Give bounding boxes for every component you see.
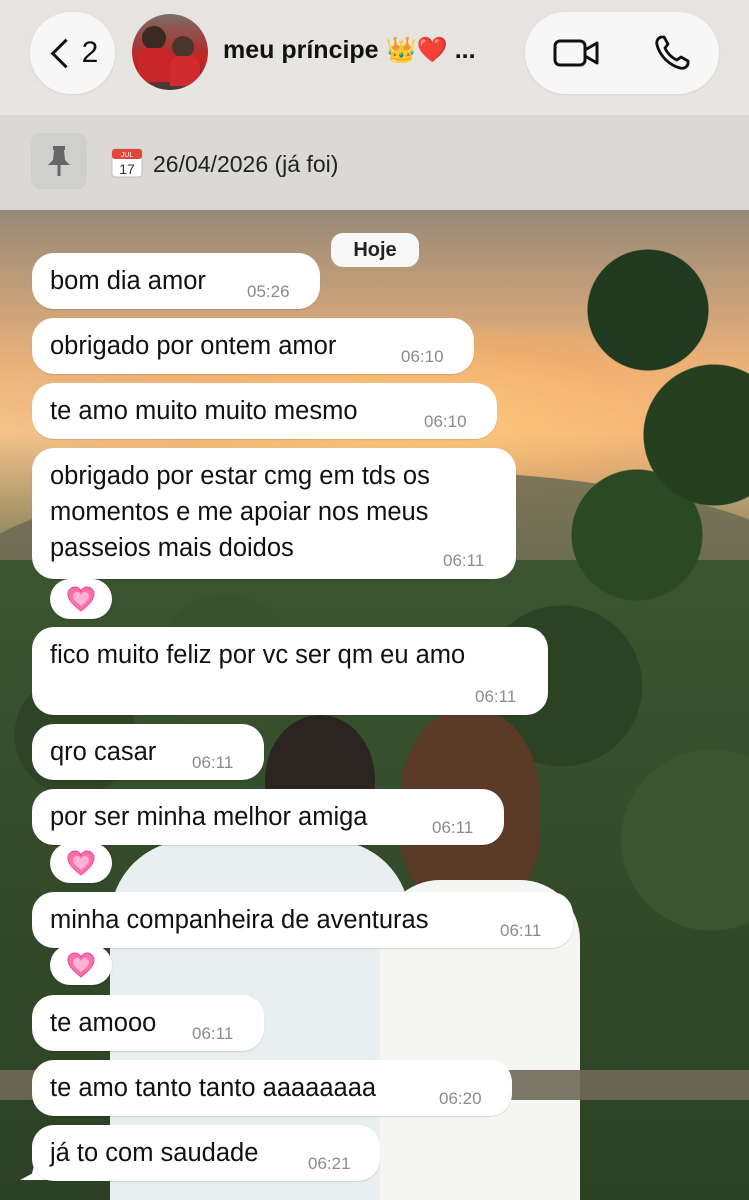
message-text: obrigado por ontem amor: [50, 332, 337, 360]
message-time: 06:11: [432, 818, 474, 837]
message-bubble[interactable]: por ser minha melhor amiga 06:11: [32, 789, 504, 845]
unread-count: 2: [81, 36, 99, 69]
message-text: qro casar: [50, 738, 157, 766]
message-time: 06:11: [192, 1024, 234, 1043]
message-time: 06:20: [439, 1089, 482, 1108]
svg-text:17: 17: [119, 161, 135, 177]
avatar[interactable]: [132, 14, 208, 90]
message-time: 06:10: [401, 347, 444, 366]
message-text: fico muito feliz por vc ser qm eu amo: [50, 641, 466, 669]
video-camera-icon[interactable]: [553, 38, 599, 68]
message-time: 06:11: [475, 687, 517, 706]
reaction-badge[interactable]: [50, 579, 112, 619]
message-text: por ser minha melhor amiga: [50, 803, 368, 831]
message-bubble[interactable]: te amo tanto tanto aaaaaaaa 06:20: [32, 1060, 512, 1116]
message-time: 06:10: [424, 412, 467, 431]
calendar-icon: JUL 17: [111, 148, 143, 178]
chevron-left-icon: [50, 38, 81, 68]
message-bubble[interactable]: fico muito feliz por vc ser qm eu amo 06…: [32, 627, 548, 715]
svg-text:JUL: JUL: [121, 152, 134, 159]
message-text: bom dia amor: [50, 267, 206, 295]
message-text: obrigado por estar cmg em tds os momento…: [50, 462, 430, 562]
message-bubble[interactable]: minha companheira de aventuras 06:11: [32, 892, 573, 948]
pink-heart-icon: [67, 586, 95, 612]
message-text: já to com saudade: [50, 1139, 259, 1167]
pin-button[interactable]: [31, 133, 87, 189]
message-time: 06:11: [192, 753, 234, 772]
message-bubble[interactable]: qro casar 06:11: [32, 724, 264, 780]
date-separator: Hoje: [331, 233, 419, 267]
reaction-badge[interactable]: [50, 843, 112, 883]
pink-heart-icon: [67, 850, 95, 876]
message-bubble[interactable]: te amooo 06:11: [32, 995, 264, 1051]
pink-heart-icon: [67, 952, 95, 978]
message-time: 06:11: [500, 921, 542, 940]
message-bubble[interactable]: bom dia amor 05:26: [32, 253, 320, 309]
message-text: te amo tanto tanto aaaaaaaa: [50, 1074, 377, 1102]
call-actions: [525, 12, 719, 94]
message-text: minha companheira de aventuras: [50, 906, 429, 934]
message-bubble[interactable]: te amo muito muito mesmo 06:10: [32, 383, 497, 439]
chat-header: 2 meu príncipe 👑❤️ ...: [0, 0, 749, 115]
message-bubble[interactable]: obrigado por ontem amor 06:10: [32, 318, 474, 374]
message-text: te amooo: [50, 1009, 157, 1037]
message-time: 06:11: [443, 551, 485, 570]
tree-right: [560, 210, 749, 710]
contact-name[interactable]: meu príncipe 👑❤️ ...: [223, 36, 476, 65]
pinned-message-bar[interactable]: JUL 17 26/04/2026 (já foi): [0, 115, 749, 210]
message-time: 06:21: [308, 1154, 351, 1173]
back-button[interactable]: 2: [30, 12, 115, 94]
message-bubble[interactable]: já to com saudade 06:21: [32, 1125, 380, 1181]
message-bubble[interactable]: obrigado por estar cmg em tds os momento…: [32, 448, 516, 579]
message-text: te amo muito muito mesmo: [50, 397, 358, 425]
message-time: 05:26: [247, 282, 290, 301]
pin-icon: [48, 146, 70, 176]
phone-icon[interactable]: [653, 34, 691, 72]
pinned-message-text: 26/04/2026 (já foi): [153, 151, 339, 177]
reaction-badge[interactable]: [50, 945, 112, 985]
